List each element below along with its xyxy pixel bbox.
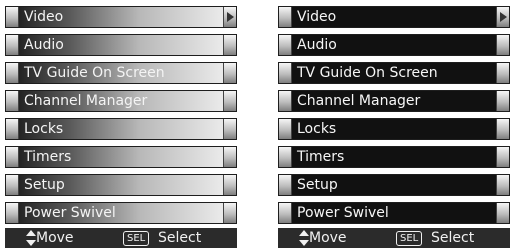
menu-item-setup[interactable]: Setup [278,174,510,196]
menu-item-label: Timers [24,149,72,165]
menu-item-label: Channel Manager [24,93,148,109]
menu-item-label: Setup [24,177,65,193]
menu-item-right-cap [496,63,509,83]
menu-item-setup[interactable]: Setup [5,174,237,196]
menu-item-left-cap [6,63,19,83]
menu-item-timers[interactable]: Timers [5,146,237,168]
help-bar: Move SEL Select [5,228,237,248]
menu-item-right-cap [223,147,236,167]
menu-item-right-cap [496,7,509,27]
menu-item-video[interactable]: Video [278,6,510,28]
menu-item-label: Audio [24,37,64,53]
help-bar: Move SEL Select [278,228,510,248]
menu-item-locks[interactable]: Locks [5,118,237,140]
menu-item-power-swivel[interactable]: Power Swivel [278,202,510,224]
menu-item-label: Timers [297,149,345,165]
menu-item-left-cap [6,35,19,55]
menu-item-label: TV Guide On Screen [297,65,438,81]
menu-item-left-cap [279,147,292,167]
chevron-right-icon [500,12,507,22]
menu-item-right-cap [223,63,236,83]
menu-item-label: Power Swivel [297,205,389,221]
menu-item-left-cap [6,7,19,27]
menu-item-left-cap [279,175,292,195]
menu-item-label: Channel Manager [297,93,421,109]
menu-item-video[interactable]: Video [5,6,237,28]
menu-item-tv-guide[interactable]: TV Guide On Screen [278,62,510,84]
select-hint-label: Select [158,230,202,246]
menu-item-left-cap [279,35,292,55]
chevron-right-icon [227,12,234,22]
menu-item-right-cap [496,91,509,111]
menu-item-label: Video [297,9,337,25]
menu-item-left-cap [279,203,292,223]
menu-item-left-cap [6,119,19,139]
menu-item-locks[interactable]: Locks [278,118,510,140]
menu-item-right-cap [223,119,236,139]
menu-item-right-cap [496,35,509,55]
sel-key-badge: SEL [123,231,150,246]
menu-item-audio[interactable]: Audio [5,34,237,56]
menu-item-right-cap [496,175,509,195]
menu-item-power-swivel[interactable]: Power Swivel [5,202,237,224]
menu-item-label: Setup [297,177,338,193]
menu-panel-gradient: Video Audio TV Guide On Screen Channel M… [5,6,237,248]
menu-item-right-cap [223,35,236,55]
menu-item-right-cap [223,7,236,27]
menu-item-right-cap [223,91,236,111]
up-down-arrows-icon [299,230,309,246]
menu-item-left-cap [279,91,292,111]
up-down-arrows-icon [26,230,36,246]
menu-item-tv-guide[interactable]: TV Guide On Screen [5,62,237,84]
menu-item-left-cap [279,119,292,139]
menu-item-label: Locks [24,121,64,137]
menu-item-audio[interactable]: Audio [278,34,510,56]
menu-item-right-cap [496,119,509,139]
menu-item-left-cap [279,7,292,27]
menu-item-left-cap [6,91,19,111]
menu-item-channel-manager[interactable]: Channel Manager [5,90,237,112]
select-hint-label: Select [431,230,475,246]
menu-item-left-cap [6,147,19,167]
menu-item-timers[interactable]: Timers [278,146,510,168]
menu-item-label: Power Swivel [24,205,116,221]
menu-item-label: TV Guide On Screen [24,65,165,81]
menu-item-label: Audio [297,37,337,53]
menu-item-right-cap [223,203,236,223]
menu-item-label: Video [24,9,64,25]
menu-item-right-cap [496,203,509,223]
move-hint-label: Move [309,230,347,246]
menu-panel-dark: Video Audio TV Guide On Screen Channel M… [278,6,510,248]
menu-item-left-cap [279,63,292,83]
sel-key-badge: SEL [396,231,423,246]
menu-item-left-cap [6,203,19,223]
menu-item-right-cap [496,147,509,167]
move-hint-label: Move [36,230,74,246]
menu-item-left-cap [6,175,19,195]
menu-item-label: Locks [297,121,337,137]
menu-item-right-cap [223,175,236,195]
menu-item-channel-manager[interactable]: Channel Manager [278,90,510,112]
